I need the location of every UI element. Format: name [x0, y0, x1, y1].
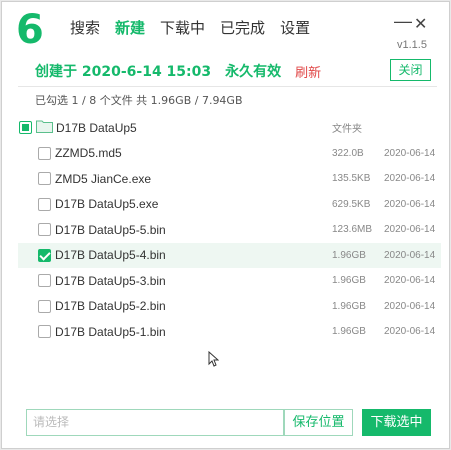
app-logo: 6 — [16, 7, 44, 53]
file-date: 2020-06-14 — [384, 224, 436, 236]
file-date: 2020-06-14 — [384, 326, 436, 338]
file-name: D17B DataUp5 — [56, 120, 137, 135]
tab-downloading[interactable]: 下载中 — [160, 18, 205, 38]
file-size: 1.96GB — [332, 275, 366, 287]
file-name: D17B DataUp5-3.bin — [55, 273, 166, 288]
file-name: D17B DataUp5.exe — [55, 197, 159, 212]
file-size: 123.6MB — [332, 224, 373, 236]
file-size: 135.5KB — [332, 173, 371, 185]
file-row[interactable]: D17B DataUp5-2.bin 1.96GB 2020-06-14 — [18, 294, 441, 320]
file-name: D17B DataUp5-4.bin — [55, 248, 166, 263]
download-selected-button[interactable]: 下载选中 — [362, 409, 431, 436]
file-row[interactable]: D17B DataUp5-1.bin 1.96GB 2020-06-14 — [18, 319, 441, 345]
minimize-icon[interactable]: — — [394, 12, 412, 30]
file-row[interactable]: D17B DataUp5-3.bin 1.96GB 2020-06-14 — [18, 268, 441, 294]
folder-icon — [36, 120, 53, 133]
file-row[interactable]: D17B DataUp5-4.bin 1.96GB 2020-06-14 — [18, 242, 441, 268]
file-date: 2020-06-14 — [384, 275, 436, 287]
file-checkbox[interactable] — [38, 274, 51, 287]
file-checkbox[interactable] — [38, 146, 51, 160]
created-time: 创建于 2020-6-14 15:03 — [35, 64, 212, 80]
folder-row[interactable]: D17B DataUp5 文件夹 — [18, 115, 441, 141]
file-name: ZMD5 JianCe.exe — [55, 171, 152, 186]
file-date: 2020-06-14 — [384, 300, 436, 312]
file-size: 1.96GB — [332, 249, 366, 261]
tab-completed[interactable]: 已完成 — [220, 18, 265, 38]
task-info: 创建于 2020-6-14 15:03 永久有效 刷新 — [35, 61, 321, 81]
close-task-button[interactable]: 关闭 — [390, 59, 431, 81]
file-list: D17B DataUp5 文件夹 ZZMD5.md5 322.0B 2020-06-14… — [18, 115, 441, 345]
file-size: 322.0B — [332, 147, 364, 159]
file-name: D17B DataUp5-2.bin — [55, 299, 166, 314]
file-checkbox[interactable] — [38, 248, 51, 262]
file-row[interactable]: ZMD5 JianCe.exe 135.5KB 2020-06-14 — [18, 166, 441, 192]
file-row[interactable]: D17B DataUp5.exe 629.5KB 2020-06-14 — [18, 192, 441, 218]
file-date: 2020-06-14 — [384, 147, 436, 159]
file-checkbox[interactable] — [38, 223, 51, 236]
file-row[interactable]: D17B DataUp5-5.bin 123.6MB 2020-06-14 — [18, 217, 441, 243]
file-name: D17B DataUp5-1.bin — [55, 324, 166, 339]
file-checkbox[interactable] — [38, 172, 51, 185]
divider — [18, 86, 437, 87]
close-icon[interactable]: ✕ — [414, 16, 427, 34]
file-name: ZZMD5.md5 — [55, 146, 122, 161]
file-size: 文件夹 — [332, 124, 362, 136]
validity-label: 永久有效 — [225, 64, 282, 80]
file-checkbox[interactable] — [38, 299, 51, 313]
file-date: 2020-06-14 — [384, 249, 436, 261]
version-label: v1.1.5 — [397, 39, 427, 51]
file-size: 1.96GB — [332, 300, 366, 312]
file-checkbox[interactable] — [38, 325, 51, 338]
selection-summary: 已勾选 1 / 8 个文件 共 1.96GB / 7.94GB — [35, 94, 243, 107]
file-checkbox[interactable] — [38, 197, 51, 211]
main-nav: 搜索 新建 下载中 已完成 设置 — [70, 18, 325, 38]
mouse-cursor-icon — [208, 351, 219, 367]
file-date: 2020-06-14 — [384, 198, 436, 210]
refresh-link[interactable]: 刷新 — [295, 62, 321, 81]
file-date: 2020-06-14 — [384, 173, 436, 185]
tab-search[interactable]: 搜索 — [70, 18, 100, 38]
save-location-button[interactable]: 保存位置 — [284, 409, 353, 436]
file-name: D17B DataUp5-5.bin — [55, 222, 166, 237]
file-row[interactable]: ZZMD5.md5 322.0B 2020-06-14 — [18, 141, 441, 167]
app-window: 6 搜索 新建 下载中 已完成 设置 — ✕ v1.1.5 创建于 2020-6… — [1, 1, 450, 449]
folder-checkbox[interactable] — [19, 121, 32, 134]
tab-settings[interactable]: 设置 — [280, 18, 310, 38]
file-size: 1.96GB — [332, 326, 366, 338]
file-size: 629.5KB — [332, 198, 371, 210]
tab-new[interactable]: 新建 — [115, 18, 145, 38]
save-path-input[interactable]: 请选择 — [26, 409, 284, 436]
